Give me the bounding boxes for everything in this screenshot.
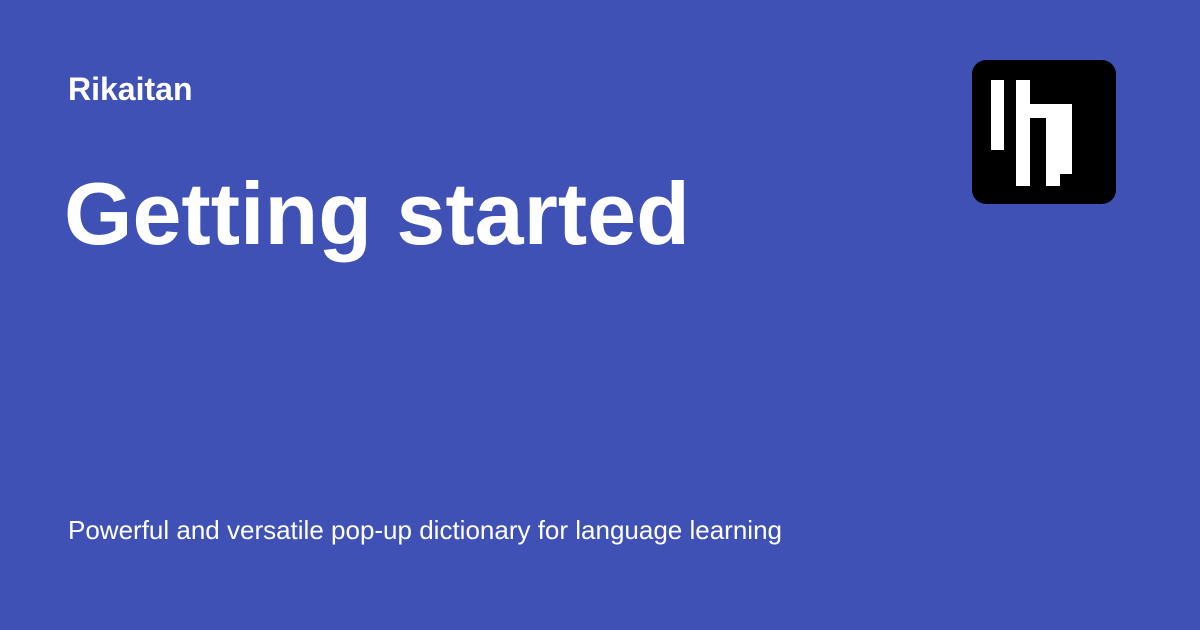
- logo-bar-1: [991, 80, 1004, 150]
- logo-bar-4: [1046, 104, 1060, 186]
- social-card: Rikaitan Getting started Powerful and ve…: [0, 0, 1200, 630]
- page-title: Getting started: [64, 164, 690, 263]
- logo-mark: [991, 80, 1072, 186]
- tagline: Powerful and versatile pop-up dictionary…: [68, 515, 782, 545]
- logo-bar-5: [1060, 104, 1072, 174]
- site-name: Rikaitan: [68, 71, 193, 107]
- logo-bar-2: [1016, 80, 1030, 186]
- rikaitan-logo-icon: [972, 60, 1116, 204]
